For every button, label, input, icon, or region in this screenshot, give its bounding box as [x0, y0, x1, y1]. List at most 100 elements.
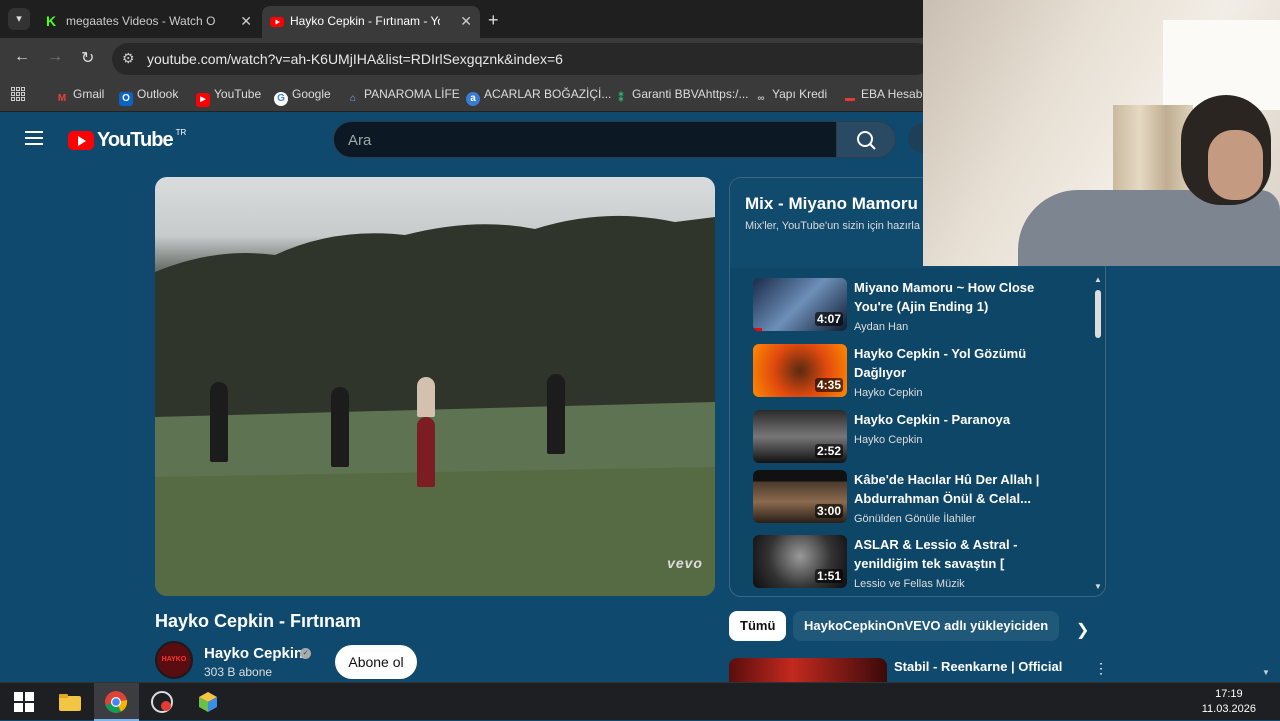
bookmark-panaroma[interactable]: ⌂ PANAROMA LİFE	[346, 87, 460, 106]
playlist-item[interactable]: 4:07 Miyano Mamoru ~ How Close You're (A…	[753, 278, 1083, 336]
search-button[interactable]	[836, 121, 896, 158]
bookmark-outlook[interactable]: O Outlook	[119, 87, 178, 106]
playlist-item[interactable]: 3:00 Kâbe'de Hacılar Hû Der Allah | Abdu…	[753, 470, 1083, 528]
band-member	[417, 417, 435, 487]
site-settings-icon[interactable]: ⚙	[122, 50, 135, 67]
bookmark-label: EBA Hesabı	[861, 87, 926, 101]
video-title: Hayko Cepkin - Fırtınam	[155, 611, 362, 631]
recorder-icon[interactable]	[150, 690, 174, 714]
playlist-title: Mix - Miyano Mamoru	[745, 194, 918, 213]
bookmark-label: PANAROMA LİFE	[364, 87, 460, 101]
channel-name[interactable]: Hayko Cepkin	[204, 645, 303, 662]
playlist-item-channel: Hayko Cepkin	[854, 434, 923, 446]
playlist-item-title: Miyano Mamoru ~ How Close You're (Ajin E…	[854, 280, 1035, 314]
youtube-logo[interactable]: YouTube TR	[68, 127, 187, 152]
band-member	[210, 382, 228, 462]
scroll-up-icon[interactable]: ▲	[1094, 275, 1102, 284]
youtube-icon: ▶	[196, 93, 210, 107]
windows-start-icon[interactable]	[12, 690, 36, 714]
new-tab-button[interactable]: +	[488, 10, 499, 31]
playlist-item-channel: Aydan Han	[854, 321, 909, 333]
bookmark-label: Google	[292, 87, 331, 101]
person-face	[1208, 130, 1263, 200]
back-arrow-icon[interactable]: ←	[14, 48, 30, 66]
playlist-item[interactable]: 1:51 ASLAR & Lessio & Astral - yenildiği…	[753, 535, 1083, 593]
recommendation-thumbnail[interactable]	[729, 658, 887, 684]
bookmark-label: Gmail	[73, 87, 105, 101]
bookmark-gmail[interactable]: M Gmail	[55, 87, 105, 106]
google-icon: G	[274, 92, 288, 106]
chip-all[interactable]: Tümü	[729, 611, 787, 641]
close-icon[interactable]: ✕	[460, 13, 472, 30]
system-clock[interactable]: 17:19 11.03.2026	[1202, 687, 1256, 717]
apps-grid-icon[interactable]	[11, 87, 25, 101]
reload-icon[interactable]: ↻	[81, 48, 94, 68]
band-member	[331, 387, 349, 467]
search-input[interactable]: Ara	[333, 121, 837, 158]
tab-title: Hayko Cepkin - Fırtınam - YouT	[290, 14, 440, 28]
forward-arrow-icon[interactable]: →	[47, 48, 63, 66]
menu-icon[interactable]	[25, 131, 43, 145]
tab-megaates[interactable]: K megaates Videos - Watch On-D ✕	[38, 6, 260, 38]
subscriber-count: 303 B abone	[204, 665, 273, 679]
logo-text: YouTube	[97, 129, 174, 151]
bookmark-label: ACARLAR BOĞAZİÇİ...	[484, 87, 612, 101]
watch-progress-bar	[753, 328, 763, 331]
youtube-icon	[270, 15, 284, 29]
url-text: youtube.com/watch?v=ah-K6UMjIHA&list=RDI…	[147, 51, 563, 67]
band-member	[417, 377, 435, 417]
duration-badge: 4:07	[814, 312, 843, 326]
yapi-kredi-icon: ∞	[757, 93, 765, 104]
gmail-icon: M	[57, 93, 67, 104]
bookmark-youtube[interactable]: ▶ YouTube	[196, 87, 261, 107]
band-member	[547, 374, 565, 454]
app-cube-icon[interactable]	[196, 690, 220, 714]
tab-youtube[interactable]: Hayko Cepkin - Fırtınam - YouT ✕	[262, 6, 480, 38]
webcam-overlay	[923, 0, 1280, 266]
playlist-scrollbar[interactable]	[1095, 290, 1101, 338]
duration-badge: 3:00	[814, 504, 843, 518]
playlist-item[interactable]: 2:52 Hayko Cepkin - Paranoya Hayko Cepki…	[753, 410, 1083, 468]
more-options-icon[interactable]: ⋮	[1094, 660, 1108, 677]
clock-date: 11.03.2026	[1201, 703, 1256, 715]
home-icon: ⌂	[349, 93, 357, 104]
region-label: TR	[175, 127, 187, 137]
video-player[interactable]: vevo	[155, 177, 715, 596]
eba-icon: ▬	[845, 93, 855, 104]
youtube-play-icon	[68, 131, 94, 150]
k-logo-icon: K	[46, 13, 57, 29]
bookmark-acarlar[interactable]: a ACARLAR BOĞAZİÇİ...	[466, 87, 611, 106]
bookmark-yapikredi[interactable]: ∞ Yapı Kredi	[754, 87, 827, 106]
chrome-icon[interactable]	[104, 690, 128, 714]
tab-search-button[interactable]: ▾	[8, 8, 30, 30]
address-bar[interactable]: ⚙ youtube.com/watch?v=ah-K6UMjIHA&list=R…	[112, 43, 932, 75]
playlist-item[interactable]: 4:35 Hayko Cepkin - Yol Gözümü Dağlıyor …	[753, 344, 1083, 402]
channel-avatar[interactable]: HAYKO	[155, 641, 193, 679]
playlist-item-title: Hayko Cepkin - Yol Gözümü Dağlıyor	[854, 346, 1027, 380]
duration-badge: 2:52	[814, 444, 843, 458]
chip-uploader[interactable]: HaykoCepkinOnVEVO adlı yükleyiciden	[793, 611, 1060, 641]
video-frame	[155, 215, 715, 596]
bookmark-garanti[interactable]: ⁑ Garanti BBVAhttps:/...	[614, 87, 749, 106]
file-explorer-icon[interactable]	[58, 690, 82, 714]
bookmark-label: Garanti BBVAhttps:/...	[632, 87, 749, 101]
playlist-item-channel: Lessio ve Fellas Müzik	[854, 578, 965, 590]
playlist-item-title: Hayko Cepkin - Paranoya	[854, 412, 1011, 427]
search-placeholder: Ara	[348, 132, 372, 149]
bookmark-label: Outlook	[137, 87, 179, 101]
bookmark-eba[interactable]: ▬ EBA Hesabı	[843, 87, 926, 106]
playlist-item-title: ASLAR & Lessio & Astral - yenildiğim tek…	[854, 537, 1018, 571]
scroll-down-icon[interactable]: ▼	[1094, 582, 1102, 591]
bookmark-label: Yapı Kredi	[772, 87, 828, 101]
recommendation-title[interactable]: Stabil - Reenkarne | Official	[894, 659, 1062, 674]
tab-title: megaates Videos - Watch On-D	[66, 14, 216, 28]
video-thumbnail: 3:00	[753, 470, 847, 523]
vevo-watermark: vevo	[667, 555, 703, 571]
page-scroll-down-icon[interactable]: ▼	[1262, 668, 1270, 677]
bookmark-label: YouTube	[214, 87, 262, 101]
close-icon[interactable]: ✕	[240, 13, 252, 30]
playlist-item-title: Kâbe'de Hacılar Hû Der Allah | Abdurrahm…	[854, 472, 1040, 506]
bookmark-google[interactable]: G Google	[274, 87, 331, 106]
chevron-right-icon[interactable]: ❯	[1076, 620, 1089, 640]
subscribe-button[interactable]: Abone ol	[335, 645, 417, 679]
